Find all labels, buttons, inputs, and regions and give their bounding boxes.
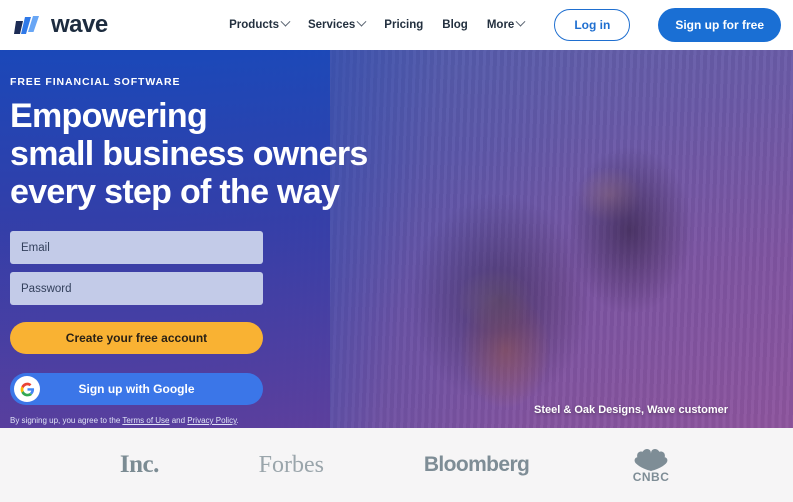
terms-of-use-link[interactable]: Terms of Use — [122, 416, 169, 425]
cnbc-logo-text: CNBC — [632, 470, 670, 484]
hero-section: FREE FINANCIAL SOFTWARE Empowering small… — [0, 50, 793, 428]
wave-logo[interactable]: wave — [14, 11, 108, 39]
log-in-button[interactable]: Log in — [554, 9, 631, 41]
headline-line-1: Empowering — [10, 97, 208, 135]
forbes-logo: Forbes — [258, 451, 325, 478]
create-free-account-button[interactable]: Create your free account — [10, 322, 263, 354]
hero-eyebrow: FREE FINANCIAL SOFTWARE — [10, 76, 181, 88]
press-logo-bar: Inc. Forbes Bloomberg CNBC — [0, 428, 793, 502]
cnbc-peacock-icon — [634, 449, 668, 471]
legal-suffix: . — [236, 416, 239, 425]
legal-prefix: By signing up, you agree to the — [10, 416, 123, 425]
sign-up-with-google-button[interactable]: Sign up with Google — [10, 373, 263, 405]
main-navigation: Products Services Pricing Blog More Log … — [229, 8, 781, 42]
wave-logo-icon — [14, 13, 44, 37]
nav-label-products: Products — [229, 19, 279, 31]
email-input[interactable] — [10, 231, 263, 264]
nav-label-pricing: Pricing — [384, 19, 424, 31]
google-button-label: Sign up with Google — [78, 382, 195, 396]
privacy-policy-link[interactable]: Privacy Policy — [187, 416, 236, 425]
headline-line-2: small business owners — [10, 135, 368, 173]
google-icon — [14, 376, 40, 402]
password-input[interactable] — [10, 272, 263, 305]
wave-logo-text: wave — [51, 11, 108, 38]
headline-line-3: every step of the way — [10, 173, 340, 211]
bloomberg-logo: Bloomberg — [423, 453, 530, 476]
nav-item-pricing[interactable]: Pricing — [384, 19, 423, 31]
cnbc-logo: CNBC — [629, 446, 673, 484]
nav-label-services: Services — [307, 19, 356, 31]
site-header: wave Products Services Pricing Blog More… — [0, 0, 793, 50]
nav-label-blog: Blog — [442, 19, 468, 31]
nav-label-more: More — [486, 19, 515, 31]
chevron-down-icon — [280, 16, 291, 27]
legal-disclaimer: By signing up, you agree to the Terms of… — [10, 416, 340, 425]
sign-up-for-free-button[interactable]: Sign up for free — [658, 8, 781, 42]
hero-content: FREE FINANCIAL SOFTWARE Empowering small… — [0, 50, 368, 425]
inc-logo: Inc. — [119, 451, 159, 478]
nav-item-services[interactable]: Services — [307, 16, 367, 31]
legal-middle: and — [169, 416, 188, 425]
nav-item-products[interactable]: Products — [229, 16, 291, 31]
nav-item-more[interactable]: More — [486, 16, 526, 31]
nav-item-blog[interactable]: Blog — [442, 19, 468, 31]
chevron-down-icon — [356, 16, 367, 27]
photo-caption: Steel & Oak Designs, Wave customer — [534, 404, 728, 416]
chevron-down-icon — [515, 16, 526, 27]
hero-headline: Empowering small business owners every s… — [10, 97, 368, 211]
